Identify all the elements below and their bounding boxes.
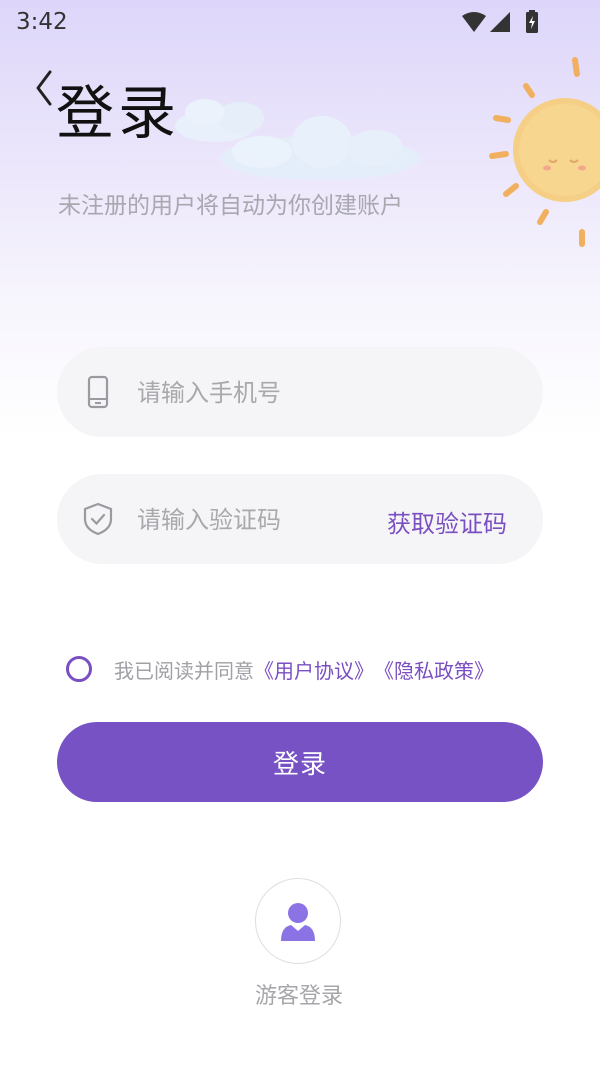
guest-avatar[interactable] bbox=[255, 878, 341, 964]
get-code-button[interactable]: 获取验证码 bbox=[387, 504, 507, 539]
sun-icon bbox=[489, 57, 600, 247]
cloud-icon bbox=[175, 99, 264, 142]
signal-icon bbox=[490, 12, 510, 32]
verification-code-input[interactable] bbox=[135, 498, 359, 542]
login-button[interactable]: 登录 bbox=[57, 722, 543, 802]
page-title: 登录 bbox=[56, 79, 181, 147]
verification-code-field[interactable]: 获取验证码 bbox=[57, 474, 543, 564]
agreement-checkbox[interactable] bbox=[66, 656, 92, 682]
agreement-text: 我已阅读并同意 bbox=[114, 658, 254, 683]
phone-input[interactable] bbox=[135, 371, 359, 415]
guest-login-label: 游客登录 bbox=[255, 984, 344, 1009]
battery-icon bbox=[526, 10, 538, 33]
status-bar: 3:42 bbox=[0, 0, 600, 48]
status-time: 3:42 bbox=[16, 9, 68, 35]
wifi-icon bbox=[462, 12, 486, 32]
phone-icon bbox=[87, 375, 109, 409]
status-icons bbox=[460, 10, 550, 40]
page-subtitle: 未注册的用户将自动为你创建账户 bbox=[58, 193, 403, 219]
user-agreement-link[interactable]: 《用户协议》 bbox=[254, 655, 374, 684]
guest-login-button[interactable]: 游客登录 bbox=[255, 878, 343, 1010]
shield-check-icon bbox=[83, 502, 113, 536]
agreement-row: 我已阅读并同意 《用户协议》 《隐私政策》 bbox=[66, 654, 494, 684]
privacy-policy-link[interactable]: 《隐私政策》 bbox=[374, 655, 494, 684]
phone-field[interactable] bbox=[57, 347, 543, 437]
user-icon bbox=[281, 903, 315, 941]
cloud-icon bbox=[220, 116, 420, 180]
